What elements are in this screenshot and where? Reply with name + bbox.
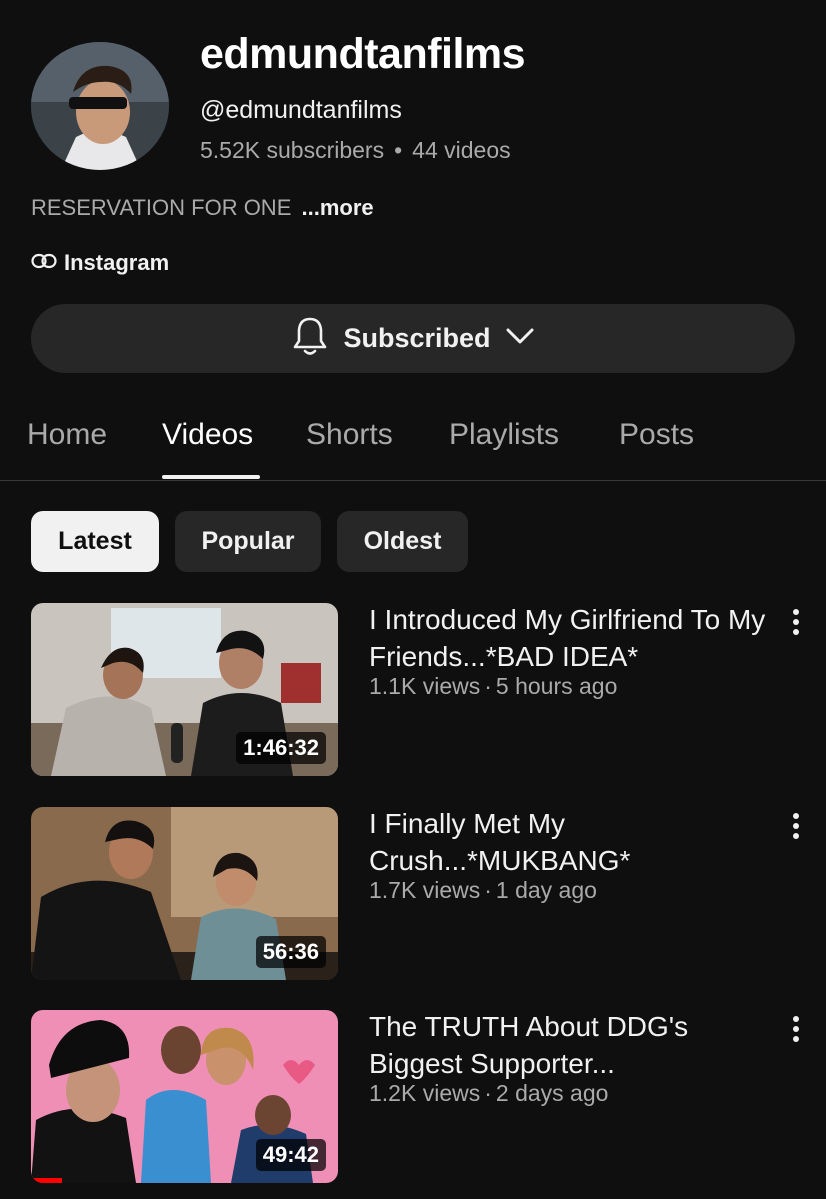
tab-posts[interactable]: Posts (619, 418, 694, 452)
channel-tabs: Home Videos Shorts Playlists Posts (0, 408, 826, 481)
video-age: 5 hours ago (495, 673, 618, 699)
video-meta: 1.1K views · 5 hours ago (369, 673, 617, 700)
more-vertical-icon[interactable] (784, 1014, 808, 1044)
video-thumbnail[interactable]: 49:42 (31, 1010, 338, 1183)
video-duration: 56:36 (255, 936, 326, 968)
video-item[interactable]: 56:36 I Finally Met My Crush...*MUKBANG*… (0, 807, 826, 982)
video-count: 44 videos (412, 137, 511, 163)
video-title[interactable]: The TRUTH About DDG's Biggest Supporter.… (369, 1008, 769, 1082)
subscribed-label: Subscribed (343, 323, 491, 353)
link-label: Instagram (64, 250, 170, 275)
channel-stats: 5.52K subscribers • 44 videos (200, 137, 511, 164)
video-views: 1.7K views (369, 877, 481, 903)
chevron-down-icon (505, 326, 535, 351)
meta-separator: · (484, 1080, 492, 1106)
subscribed-button[interactable]: Subscribed (31, 304, 795, 373)
video-age: 1 day ago (495, 877, 597, 903)
channel-link[interactable]: Instagram (31, 250, 169, 276)
channel-avatar[interactable] (31, 42, 169, 170)
video-thumbnail[interactable]: 1:46:32 (31, 603, 338, 776)
video-title[interactable]: I Introduced My Girlfriend To My Friends… (369, 601, 769, 675)
chip-latest[interactable]: Latest (31, 511, 159, 572)
video-meta: 1.7K views · 1 day ago (369, 877, 597, 904)
video-meta: 1.2K views · 2 days ago (369, 1080, 608, 1107)
video-item[interactable]: 49:42 The TRUTH About DDG's Biggest Supp… (0, 1010, 826, 1185)
stats-separator: • (394, 137, 403, 163)
tab-home[interactable]: Home (27, 418, 107, 452)
active-tab-indicator (162, 475, 260, 479)
bell-icon (291, 315, 329, 362)
description-more-button[interactable]: ...more (302, 195, 374, 220)
video-views: 1.2K views (369, 1080, 481, 1106)
description-text: RESERVATION FOR ONE (31, 195, 292, 220)
channel-name: edmundtanfilms (200, 30, 526, 78)
link-icon (31, 250, 57, 276)
channel-handle: @edmundtanfilms (200, 96, 402, 124)
video-title[interactable]: I Finally Met My Crush...*MUKBANG* (369, 805, 769, 879)
video-duration: 1:46:32 (236, 732, 326, 764)
more-vertical-icon[interactable] (784, 607, 808, 637)
video-views: 1.1K views (369, 673, 481, 699)
watch-progress-bar (31, 1178, 62, 1183)
video-age: 2 days ago (495, 1080, 609, 1106)
tab-videos[interactable]: Videos (162, 418, 253, 452)
video-duration: 49:42 (255, 1139, 326, 1171)
meta-separator: · (484, 877, 492, 903)
more-vertical-icon[interactable] (784, 811, 808, 841)
tab-playlists[interactable]: Playlists (449, 418, 559, 452)
tab-shorts[interactable]: Shorts (306, 418, 393, 452)
video-item[interactable]: 1:46:32 I Introduced My Girlfriend To My… (0, 603, 826, 778)
chip-oldest[interactable]: Oldest (337, 511, 468, 572)
channel-description[interactable]: RESERVATION FOR ONE ...more (31, 195, 374, 221)
chip-popular[interactable]: Popular (175, 511, 321, 572)
meta-separator: · (484, 673, 492, 699)
video-thumbnail[interactable]: 56:36 (31, 807, 338, 980)
subscriber-count: 5.52K subscribers (200, 137, 385, 163)
